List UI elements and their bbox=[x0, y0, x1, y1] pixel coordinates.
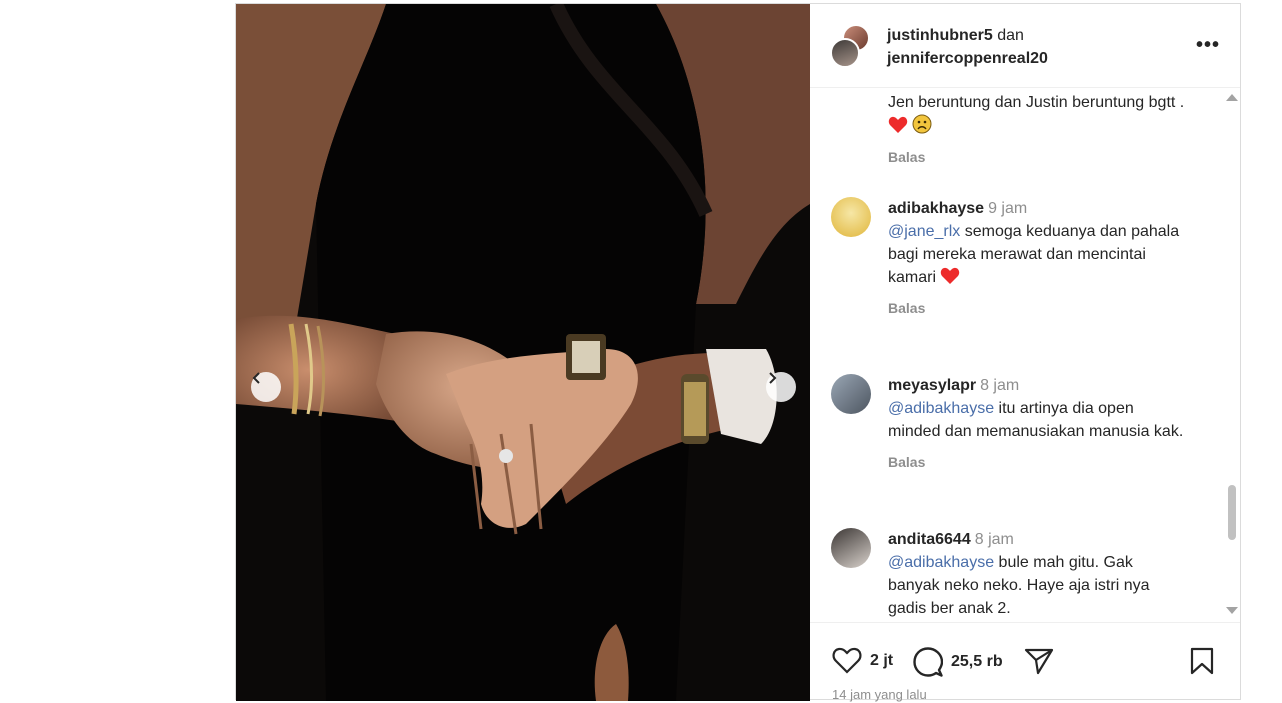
reply-button[interactable]: Balas bbox=[888, 149, 1188, 165]
chevron-right-icon bbox=[769, 372, 777, 384]
save-button[interactable] bbox=[1190, 647, 1214, 675]
comment-item: andita6644 8 jam @adibakhayse bule mah gi… bbox=[831, 528, 1188, 620]
comment-item: adibakhayse 9 jam @jane_rlx semoga keduan… bbox=[831, 197, 1188, 316]
bookmark-icon bbox=[1190, 647, 1214, 675]
comment-username[interactable]: meyasylapr bbox=[888, 377, 976, 394]
photo-illustration bbox=[236, 4, 810, 701]
comment-username[interactable]: adibakhayse bbox=[888, 200, 984, 217]
comment-button[interactable]: 25,5 rb bbox=[913, 647, 1003, 677]
scroll-down-arrow-icon[interactable] bbox=[1226, 607, 1238, 614]
reply-button[interactable]: Balas bbox=[888, 300, 1188, 316]
comment-time[interactable]: 8 jam bbox=[980, 377, 1019, 394]
post-photo bbox=[236, 4, 810, 701]
comment-text: @adibakhayse bule mah gitu. Gak banyak n… bbox=[888, 554, 1150, 617]
share-button[interactable] bbox=[1024, 647, 1054, 675]
avatar[interactable] bbox=[831, 528, 871, 568]
comment-count[interactable]: 25,5 rb bbox=[951, 653, 1003, 671]
red-heart-icon bbox=[941, 267, 960, 284]
avatar[interactable] bbox=[831, 374, 871, 414]
send-icon bbox=[1024, 648, 1054, 675]
carousel-next-button[interactable] bbox=[766, 372, 796, 402]
username-link[interactable]: jennifercoppenreal20 bbox=[887, 50, 1048, 67]
red-heart-icon bbox=[888, 116, 908, 133]
carousel-prev-button[interactable] bbox=[251, 372, 281, 402]
collab-avatars[interactable] bbox=[830, 24, 874, 68]
post-sidebar: justinhubner5 dan jennifercoppenreal20 •… bbox=[810, 4, 1240, 702]
comments-scrollbar[interactable] bbox=[1224, 88, 1240, 621]
comment-header: andita6644 8 jam bbox=[888, 528, 1188, 551]
comment-time[interactable]: 8 jam bbox=[975, 531, 1014, 548]
post-header: justinhubner5 dan jennifercoppenreal20 •… bbox=[810, 4, 1240, 88]
like-count[interactable]: 2 jt bbox=[870, 652, 893, 670]
like-button[interactable]: 2 jt bbox=[832, 647, 893, 674]
post-dialog: justinhubner5 dan jennifercoppenreal20 •… bbox=[235, 3, 1241, 702]
comment-header: adibakhayse 9 jam bbox=[888, 197, 1188, 220]
collab-usernames: justinhubner5 dan jennifercoppenreal20 bbox=[887, 24, 1048, 70]
comment-header: meyasylapr 8 jam bbox=[888, 374, 1188, 397]
scroll-thumb[interactable] bbox=[1228, 485, 1236, 540]
comment-text: Jen beruntung dan Justin beruntung bgtt … bbox=[888, 91, 1188, 138]
more-options-button[interactable]: ••• bbox=[1196, 34, 1220, 57]
comment-item: meyasylapr 8 jam @adibakhayse itu artinya… bbox=[831, 374, 1188, 470]
comment-icon bbox=[913, 647, 943, 677]
reply-button[interactable]: Balas bbox=[888, 454, 1188, 470]
comment-text: @adibakhayse itu artinya dia open minded… bbox=[888, 400, 1184, 440]
comments-list: Jen beruntung dan Justin beruntung bgtt … bbox=[810, 88, 1240, 621]
scroll-up-arrow-icon[interactable] bbox=[1226, 94, 1238, 101]
worried-face-icon bbox=[912, 114, 932, 134]
comment-item: Jen beruntung dan Justin beruntung bgtt … bbox=[888, 91, 1188, 165]
comment-time[interactable]: 9 jam bbox=[988, 200, 1027, 217]
avatar[interactable] bbox=[830, 38, 860, 68]
avatar[interactable] bbox=[831, 197, 871, 237]
mention-link[interactable]: @adibakhayse bbox=[888, 554, 994, 571]
mention-link[interactable]: @adibakhayse bbox=[888, 400, 994, 417]
connector-text: dan bbox=[997, 27, 1024, 44]
username-link[interactable]: justinhubner5 bbox=[887, 27, 993, 44]
heart-icon bbox=[832, 647, 862, 674]
chevron-left-icon bbox=[252, 372, 260, 384]
comment-username[interactable]: andita6644 bbox=[888, 531, 971, 548]
comment-text: @jane_rlx semoga keduanya dan pahala bag… bbox=[888, 223, 1180, 286]
mention-link[interactable]: @jane_rlx bbox=[888, 223, 960, 240]
